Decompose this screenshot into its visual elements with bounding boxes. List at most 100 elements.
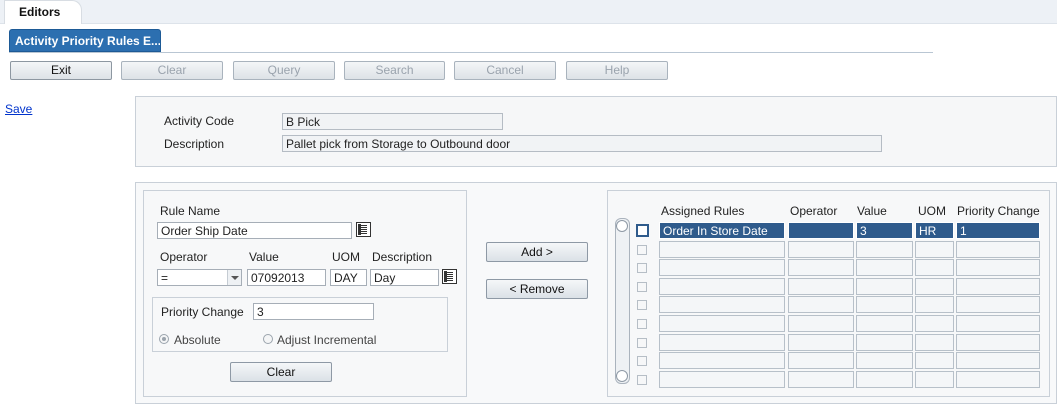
grid-cell-uom[interactable] <box>915 352 954 369</box>
rule-description-field[interactable]: Day <box>370 269 439 286</box>
grid-cell-priority[interactable]: 1 <box>956 222 1040 239</box>
uom-lookup-icon[interactable] <box>442 269 457 284</box>
rule-name-label: Rule Name <box>160 204 221 218</box>
absolute-radio[interactable] <box>159 334 169 344</box>
row-checkbox[interactable] <box>637 338 647 348</box>
operator-value: = <box>161 271 169 285</box>
grid-cell-value[interactable] <box>856 334 913 351</box>
clear-toolbar-button[interactable]: Clear <box>121 61 223 80</box>
grid-cell-rule[interactable] <box>659 371 785 388</box>
grid-cell-priority[interactable] <box>956 278 1040 295</box>
grid-cell-rule[interactable]: Order In Store Date <box>659 222 785 239</box>
row-checkbox[interactable] <box>637 319 647 329</box>
grid-cell-rule[interactable] <box>659 315 785 332</box>
row-checkbox[interactable] <box>637 300 647 310</box>
absolute-label: Absolute <box>174 333 221 347</box>
chevron-down-icon[interactable] <box>227 270 241 285</box>
operator-select[interactable]: = <box>157 269 242 286</box>
operator-label: Operator <box>160 250 208 264</box>
tab-underline <box>9 52 933 53</box>
grid-cell-uom[interactable] <box>915 334 954 351</box>
grid-cell-priority[interactable] <box>956 259 1040 276</box>
row-checkbox[interactable] <box>637 263 647 273</box>
description-field[interactable]: Pallet pick from Storage to Outbound doo… <box>282 135 882 152</box>
col-value: Value <box>857 204 887 218</box>
grid-cell-priority[interactable] <box>956 334 1040 351</box>
grid-cell-value[interactable] <box>856 259 913 276</box>
rule-clear-button[interactable]: Clear <box>230 362 332 382</box>
grid-cell-value[interactable]: 3 <box>856 222 913 239</box>
grid-cell-priority[interactable] <box>956 241 1040 258</box>
activity-code-label: Activity Code <box>164 114 235 128</box>
editors-tab[interactable]: Editors <box>4 0 82 24</box>
grid-cell-operator[interactable] <box>788 334 854 351</box>
value-label: Value <box>249 250 279 264</box>
help-button[interactable]: Help <box>566 61 668 80</box>
row-checkbox[interactable] <box>636 224 649 237</box>
grid-cell-operator[interactable] <box>788 371 854 388</box>
grid-cell-rule[interactable] <box>659 241 785 258</box>
grid-cell-rule[interactable] <box>659 352 785 369</box>
grid-cell-operator[interactable] <box>788 222 854 239</box>
grid-cell-priority[interactable] <box>956 315 1040 332</box>
col-priority-change: Priority Change <box>957 204 1040 218</box>
save-link[interactable]: Save <box>5 102 32 116</box>
grid-cell-uom[interactable] <box>915 296 954 313</box>
exit-button[interactable]: Exit <box>10 61 112 80</box>
top-tab-bar <box>0 0 1057 24</box>
grid-cell-uom[interactable] <box>915 241 954 258</box>
activity-header-panel <box>135 96 1057 167</box>
priority-change-field[interactable]: 3 <box>253 303 374 320</box>
col-uom: UOM <box>918 204 946 218</box>
col-assigned-rules: Assigned Rules <box>661 204 745 218</box>
uom-label: UOM <box>332 250 360 264</box>
remove-button[interactable]: < Remove <box>486 279 588 299</box>
value-field[interactable]: 07092013 <box>247 269 326 286</box>
priority-change-label: Priority Change <box>161 305 244 319</box>
query-button[interactable]: Query <box>233 61 335 80</box>
grid-cell-rule[interactable] <box>659 296 785 313</box>
grid-cell-value[interactable] <box>856 278 913 295</box>
description-label: Description <box>164 137 225 151</box>
grid-cell-rule[interactable] <box>659 278 785 295</box>
grid-cell-uom[interactable] <box>915 315 954 332</box>
document-tab-activity-priority-rules[interactable]: Activity Priority Rules E... <box>9 29 161 52</box>
uom-field[interactable]: DAY <box>330 269 367 286</box>
grid-cell-priority[interactable] <box>956 371 1040 388</box>
search-button[interactable]: Search <box>344 61 445 80</box>
grid-cell-value[interactable] <box>856 352 913 369</box>
grid-cell-uom[interactable] <box>915 371 954 388</box>
grid-cell-priority[interactable] <box>956 352 1040 369</box>
grid-cell-uom[interactable] <box>915 259 954 276</box>
grid-cell-uom[interactable] <box>915 278 954 295</box>
row-checkbox[interactable] <box>637 245 647 255</box>
add-button[interactable]: Add > <box>486 242 588 262</box>
grid-cell-priority[interactable] <box>956 296 1040 313</box>
grid-cell-value[interactable] <box>856 241 913 258</box>
scroll-up-icon[interactable] <box>616 220 628 232</box>
grid-cell-rule[interactable] <box>659 334 785 351</box>
activity-code-field[interactable]: B Pick <box>282 113 503 130</box>
grid-scrollbar[interactable] <box>615 218 630 384</box>
rule-description-label: Description <box>372 250 433 264</box>
grid-cell-value[interactable] <box>856 371 913 388</box>
grid-cell-operator[interactable] <box>788 241 854 258</box>
grid-cell-operator[interactable] <box>788 352 854 369</box>
adjust-incremental-label: Adjust Incremental <box>277 333 377 347</box>
adjust-incremental-radio[interactable] <box>263 334 273 344</box>
rule-name-field[interactable]: Order Ship Date <box>157 222 352 239</box>
row-checkbox[interactable] <box>637 375 647 385</box>
rule-lookup-icon[interactable] <box>356 222 371 237</box>
grid-cell-operator[interactable] <box>788 315 854 332</box>
cancel-button[interactable]: Cancel <box>454 61 556 80</box>
scroll-down-icon[interactable] <box>616 370 628 382</box>
grid-cell-uom[interactable]: HR <box>915 222 954 239</box>
grid-cell-operator[interactable] <box>788 259 854 276</box>
row-checkbox[interactable] <box>637 282 647 292</box>
grid-cell-value[interactable] <box>856 296 913 313</box>
grid-cell-rule[interactable] <box>659 259 785 276</box>
row-checkbox[interactable] <box>637 356 647 366</box>
grid-cell-value[interactable] <box>856 315 913 332</box>
grid-cell-operator[interactable] <box>788 278 854 295</box>
grid-cell-operator[interactable] <box>788 296 854 313</box>
